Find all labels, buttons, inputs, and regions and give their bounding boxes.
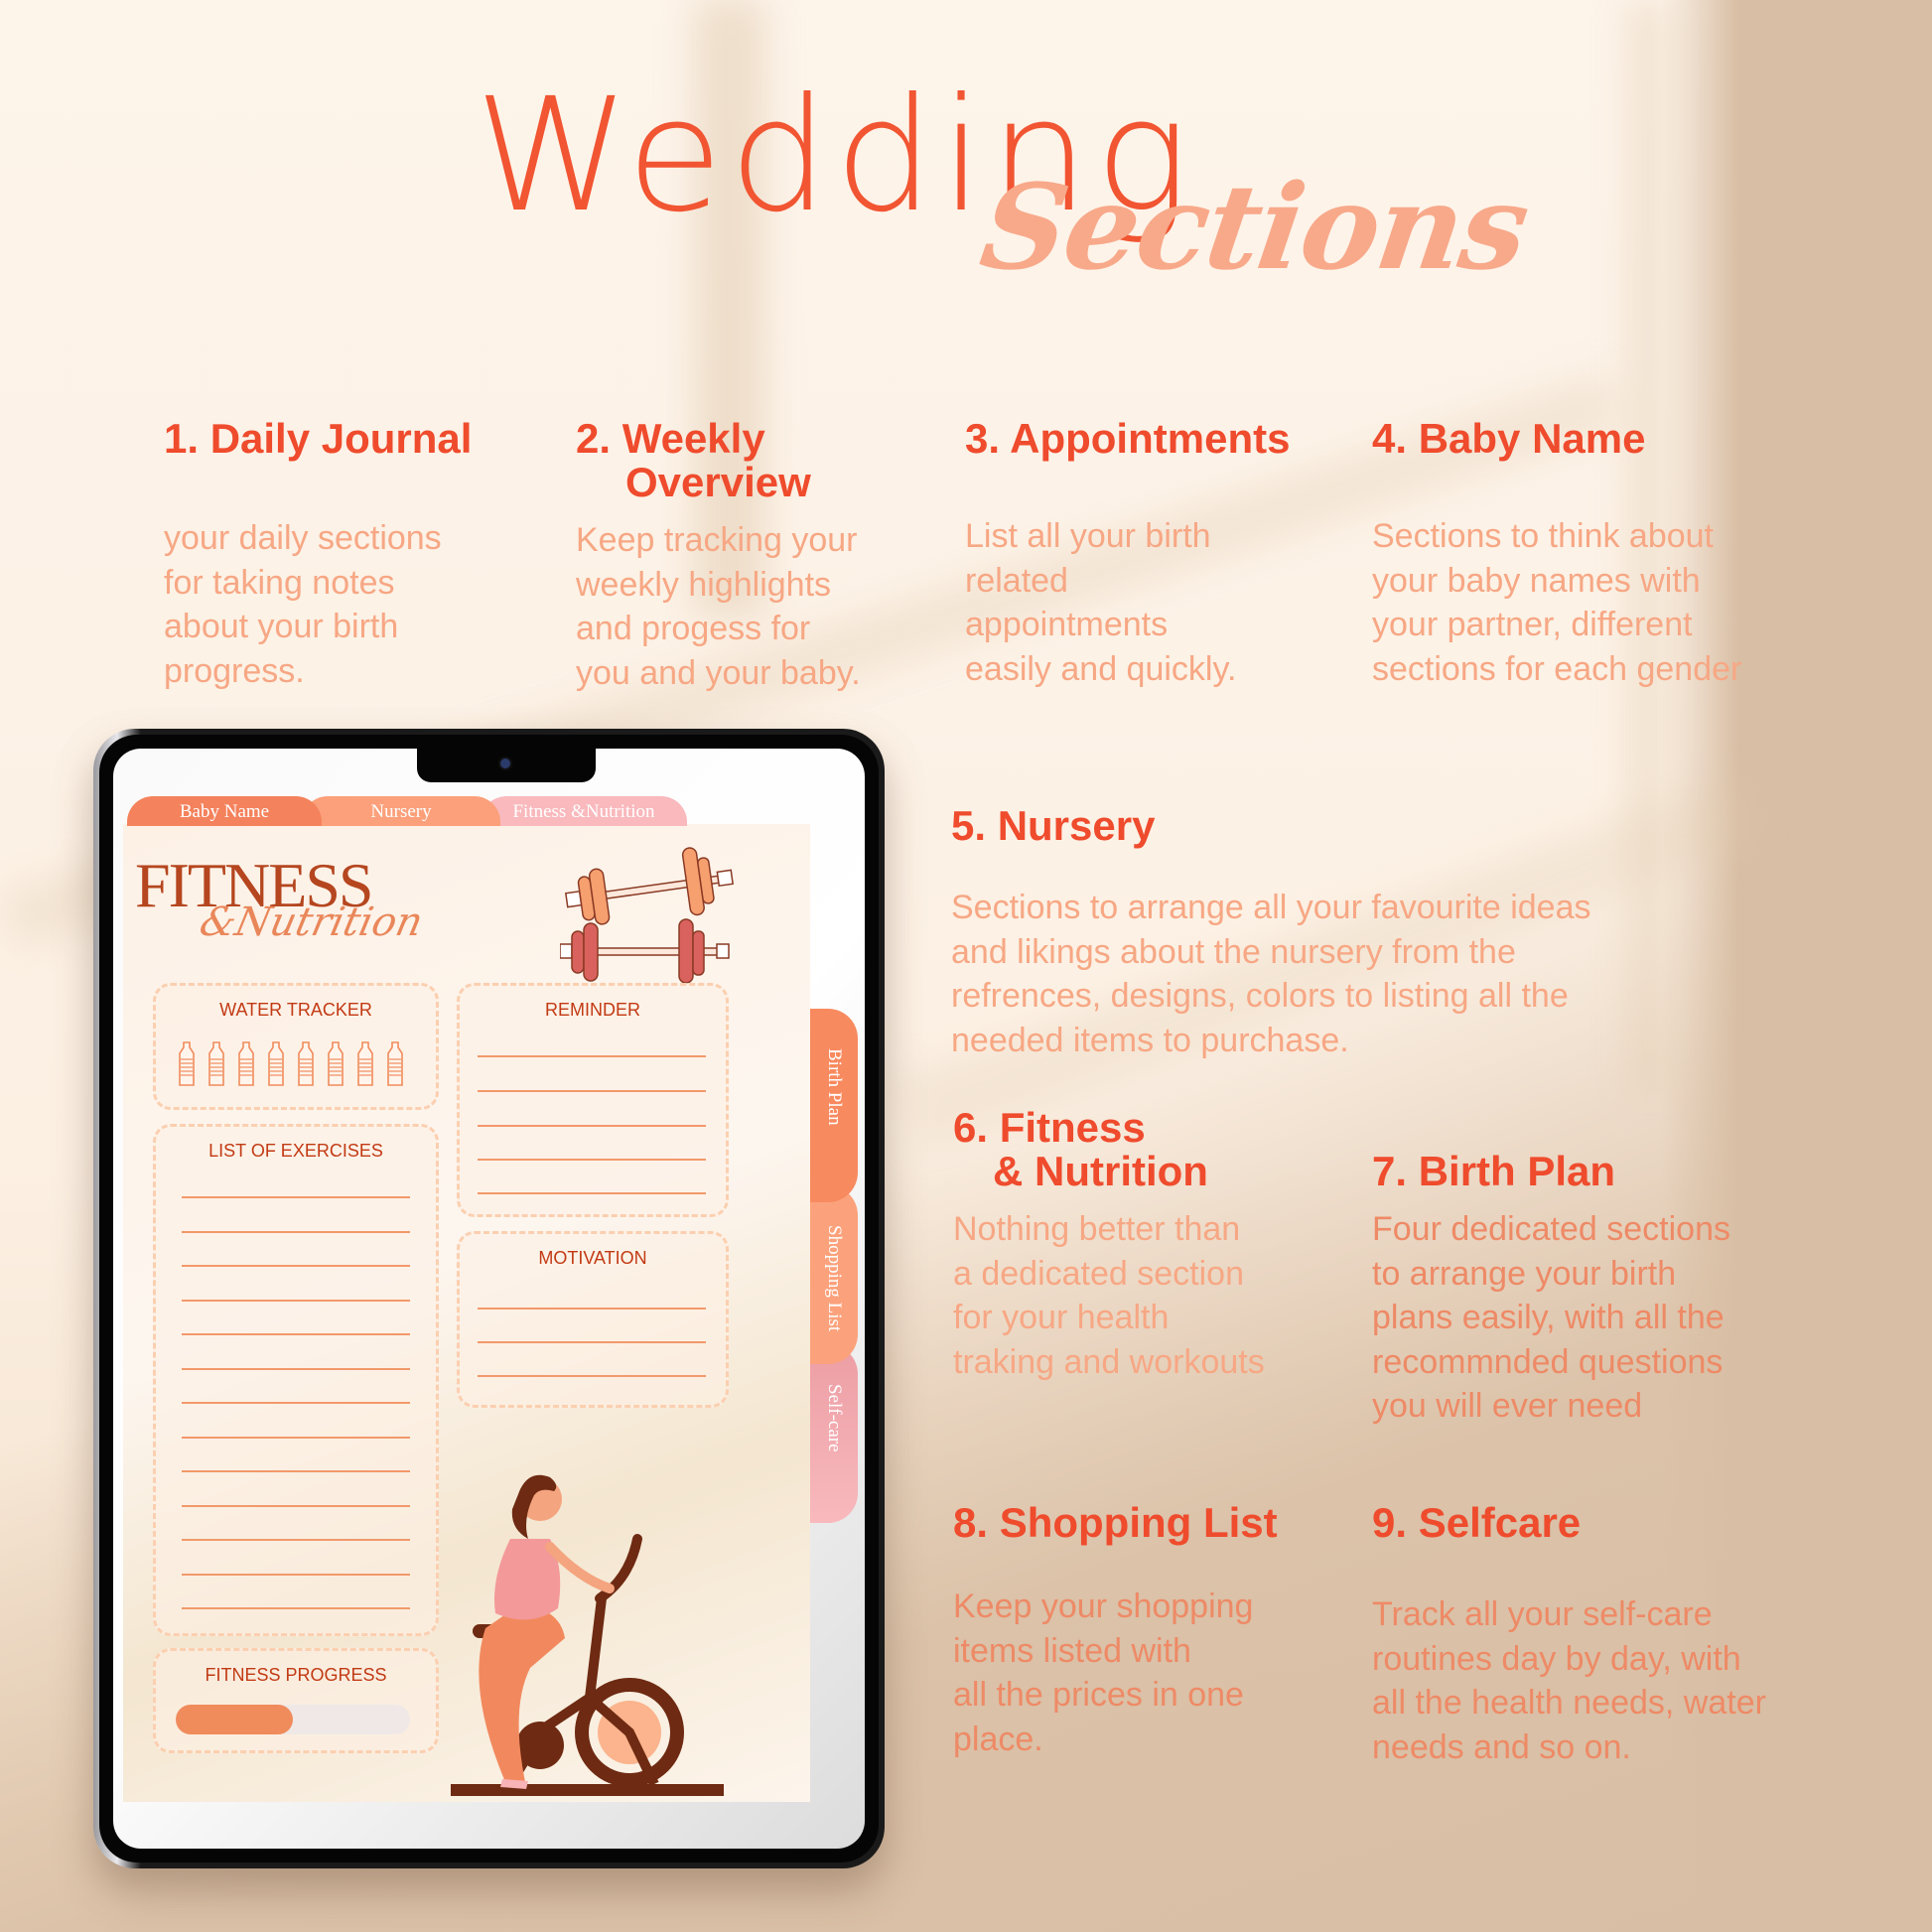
section-birth-plan: 7. Birth Plan Four dedicated sections to … xyxy=(1372,1150,1849,1429)
section-body: Track all your self-care routines day by … xyxy=(1372,1595,1766,1766)
tab-shopping-list[interactable]: Shopping List xyxy=(810,1185,858,1364)
motivation-label: MOTIVATION xyxy=(538,1248,647,1268)
exercise-line[interactable] xyxy=(182,1573,410,1576)
tablet-screen: Baby Name Nursery Fitness &Nutrition FIT… xyxy=(113,749,865,1849)
water-bottle-icon[interactable] xyxy=(327,1041,345,1087)
section-heading: 6. Fitness & Nutrition xyxy=(953,1104,1208,1194)
tab-self-care[interactable]: Self-care xyxy=(810,1344,858,1523)
reminder-line[interactable] xyxy=(478,1055,706,1057)
section-body: Sections to think about your baby names w… xyxy=(1372,517,1742,688)
camera-notch xyxy=(417,749,596,782)
water-bottle-icon[interactable] xyxy=(237,1041,255,1087)
water-tracker-label: WATER TRACKER xyxy=(219,1000,372,1020)
woman-on-exercise-bike-illustration xyxy=(451,1474,724,1796)
exercise-line[interactable] xyxy=(182,1333,410,1335)
motivation-line[interactable] xyxy=(478,1308,706,1310)
section-body: Nothing better than a dedicated section fo… xyxy=(953,1210,1265,1381)
water-bottle-icon[interactable] xyxy=(356,1041,374,1087)
section-heading: 7. Birth Plan xyxy=(1372,1148,1616,1194)
section-selfcare: 9. Selfcare Track all your self-care rout… xyxy=(1372,1501,1868,1769)
tab-baby-name[interactable]: Baby Name xyxy=(127,796,322,826)
section-shopping-list: 8. Shopping List Keep your shopping items… xyxy=(953,1501,1350,1761)
section-heading: 2. Weekly Overview xyxy=(576,415,811,505)
page-subtitle: &Nutrition xyxy=(196,899,427,945)
tab-birth-plan[interactable]: Birth Plan xyxy=(810,1009,858,1202)
reminder-box: REMINDER xyxy=(457,983,729,1217)
fitness-progress-label: FITNESS PROGRESS xyxy=(205,1665,387,1685)
section-body: Four dedicated sections to arrange your b… xyxy=(1372,1210,1730,1425)
tab-fitness-nutrition[interactable]: Fitness &Nutrition xyxy=(481,796,687,826)
section-daily-journal: 1. Daily Journal your daily sections for … xyxy=(164,417,541,693)
reminder-line[interactable] xyxy=(478,1159,706,1161)
section-nursery: 5. Nursery Sections to arrange all your … xyxy=(951,804,1706,1062)
reminder-line[interactable] xyxy=(478,1192,706,1194)
section-weekly-overview: 2. Weekly Overview Keep tracking your week… xyxy=(576,417,953,695)
section-body: List all your birth related appointments ea… xyxy=(965,517,1237,688)
camera-icon xyxy=(500,759,510,768)
section-heading: 9. Selfcare xyxy=(1372,1499,1582,1546)
motivation-box: MOTIVATION xyxy=(457,1231,729,1408)
section-appointments: 3. Appointments List all your birth relat… xyxy=(965,417,1362,691)
section-heading: 4. Baby Name xyxy=(1372,415,1646,462)
exercises-box: LIST OF EXERCISES xyxy=(153,1124,439,1636)
section-body: Keep tracking your weekly highlights and p… xyxy=(576,521,861,692)
tab-nursery[interactable]: Nursery xyxy=(302,796,500,826)
exercise-line[interactable] xyxy=(182,1470,410,1472)
exercise-line[interactable] xyxy=(182,1230,410,1233)
section-heading: 8. Shopping List xyxy=(953,1499,1278,1546)
section-body: your daily sections for taking notes about… xyxy=(164,519,442,690)
section-heading: 1. Daily Journal xyxy=(164,415,473,462)
title-sections-script: Sections xyxy=(973,158,1536,296)
exercises-label: LIST OF EXERCISES xyxy=(208,1141,383,1161)
section-heading: 3. Appointments xyxy=(965,415,1291,462)
water-bottle-icon[interactable] xyxy=(297,1041,315,1087)
exercise-line[interactable] xyxy=(182,1436,410,1439)
water-bottle-icon[interactable] xyxy=(267,1041,285,1087)
tablet-device: Baby Name Nursery Fitness &Nutrition FIT… xyxy=(93,729,885,1868)
exercise-line[interactable] xyxy=(182,1504,410,1507)
exercise-line[interactable] xyxy=(182,1402,410,1404)
reminder-line[interactable] xyxy=(478,1125,706,1127)
water-bottle-icon[interactable] xyxy=(178,1041,196,1087)
section-body: Keep your shopping items listed with all t… xyxy=(953,1587,1254,1758)
planner-page: FITNESS &Nutrition WATER TRACKER REMINDE… xyxy=(123,824,810,1802)
fitness-progress-bar[interactable] xyxy=(176,1705,410,1734)
motivation-line[interactable] xyxy=(478,1341,706,1343)
section-fitness-nutrition: 6. Fitness & Nutrition Nothing better tha… xyxy=(953,1106,1350,1384)
exercise-line[interactable] xyxy=(182,1607,410,1609)
water-tracker-box: WATER TRACKER xyxy=(153,983,439,1110)
section-heading: 5. Nursery xyxy=(951,802,1156,849)
exercise-line[interactable] xyxy=(182,1299,410,1302)
exercise-line[interactable] xyxy=(182,1196,410,1198)
reminder-label: REMINDER xyxy=(544,1000,640,1020)
tablet-bezel: Baby Name Nursery Fitness &Nutrition FIT… xyxy=(99,735,879,1863)
fitness-progress-fill xyxy=(176,1705,293,1734)
reminder-line[interactable] xyxy=(478,1090,706,1092)
exercise-line[interactable] xyxy=(182,1367,410,1370)
dumbbell-icon xyxy=(560,847,735,984)
water-bottle-icon[interactable] xyxy=(207,1041,225,1087)
exercise-line[interactable] xyxy=(182,1539,410,1541)
section-body: Sections to arrange all your favourite i… xyxy=(951,889,1591,1059)
section-baby-name: 4. Baby Name Sections to think about your… xyxy=(1372,417,1849,691)
exercise-line[interactable] xyxy=(182,1265,410,1267)
fitness-progress-box: FITNESS PROGRESS xyxy=(153,1648,439,1753)
water-bottle-icon[interactable] xyxy=(386,1041,404,1087)
motivation-line[interactable] xyxy=(478,1375,706,1377)
